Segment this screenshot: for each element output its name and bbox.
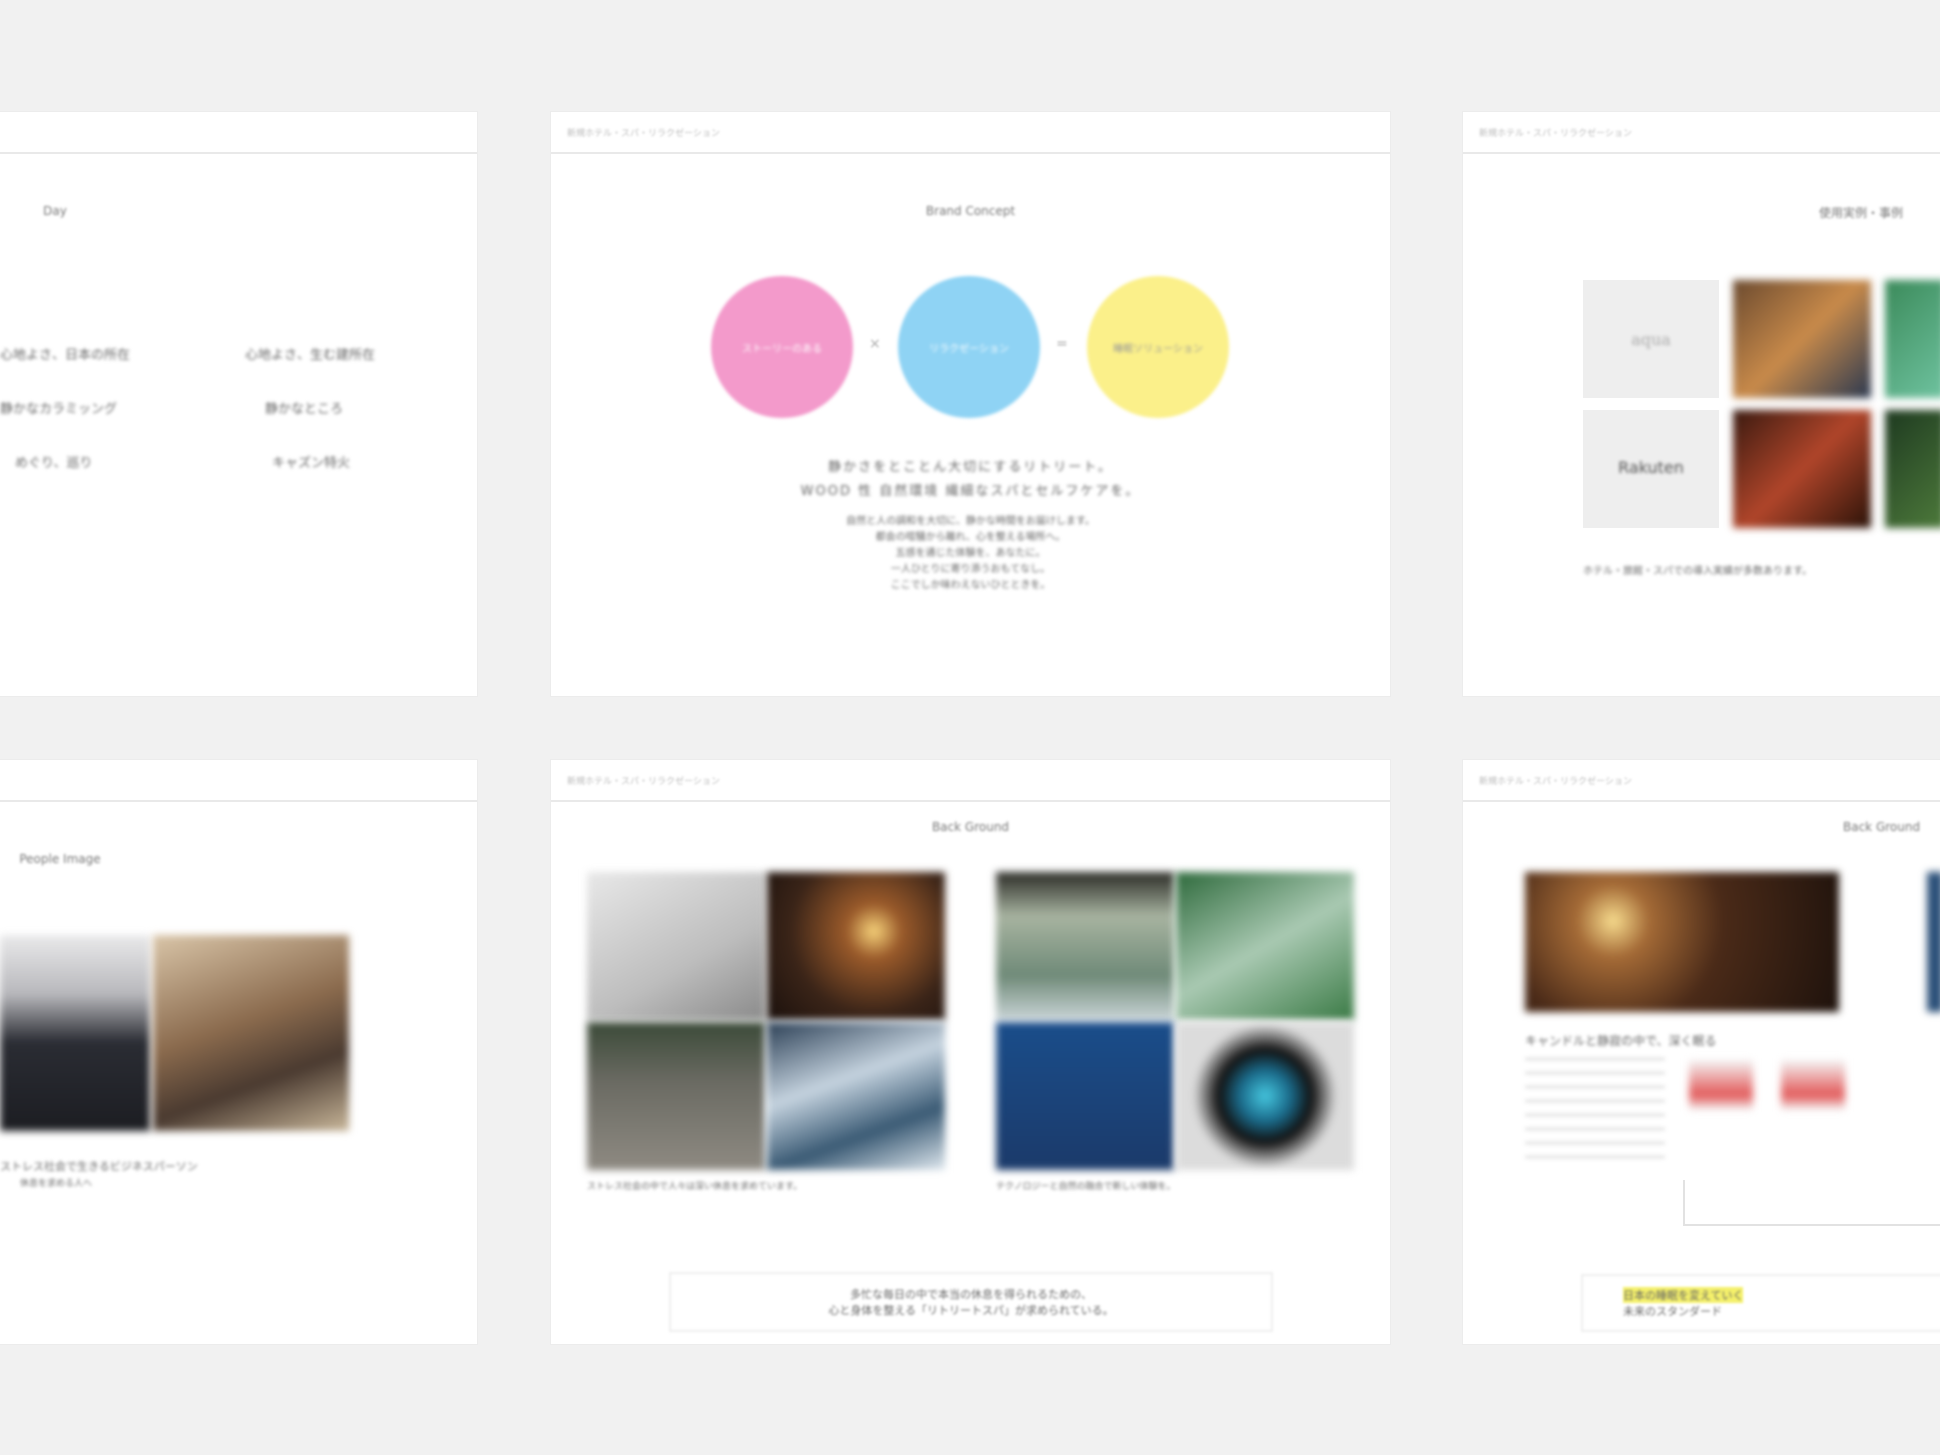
item-text: 静かなカラミッング	[0, 402, 118, 417]
logo-tile: aqua	[1583, 280, 1719, 398]
body-text: ストレス社会の中で人々は深い休息を求めています。	[587, 1182, 803, 1192]
photo-candle	[767, 872, 945, 1020]
logo-text: aqua	[1631, 330, 1671, 349]
slide-people-image: People Image ストレス社会で生きるビジネスパーソン 休息を求める人へ	[0, 760, 477, 1344]
slide-top-bar: 新規ホテル・スパ・リラクゼーション	[551, 760, 1390, 802]
photo-living-room	[153, 935, 349, 1131]
photo-stream	[767, 1022, 945, 1170]
paragraph-line: 一人ひとりに寄り添うおもてなし。	[890, 564, 1051, 575]
slide-bottom-right: 新規ホテル・スパ・リラクゼーション Back Ground キャンドルと静寂の中…	[1463, 760, 1940, 1344]
caption: ホテル・旅館・スパでの導入実績が多数あります。	[1583, 566, 1812, 577]
photo-smartwatch	[1176, 1022, 1354, 1170]
headline: 静かさをとことん大切にするリトリート。	[828, 460, 1113, 475]
photo-wooden-deck	[587, 1022, 765, 1170]
caption: ストレス社会で生きるビジネスパーソン	[0, 1160, 198, 1173]
chart-thumbnail	[1689, 1060, 1753, 1110]
summary-note: 多忙な毎日の中で本当の休息を得られるための、 心と身体を整える「リトリートスパ」…	[669, 1272, 1273, 1332]
equals-sign: =	[1056, 336, 1068, 352]
slide-top-bar: 新規ホテル・スパ・リラクゼーション	[551, 112, 1390, 154]
logo-text: Rakuten	[1618, 458, 1684, 477]
slide-brand-concept: 新規ホテル・スパ・リラクゼーション Brand Concept ストーリーのある…	[551, 112, 1390, 696]
slide-background: 新規ホテル・スパ・リラクゼーション Back Ground ストレス社会の中で人…	[551, 760, 1390, 1344]
breadcrumb: 新規ホテル・スパ・リラクゼーション	[567, 129, 720, 139]
slide-title: Back Ground	[1843, 820, 1921, 834]
photo-hotel-room	[1733, 280, 1871, 398]
slide-title: 使用実例・事例	[1819, 206, 1904, 220]
photo-businessman	[0, 935, 150, 1131]
slide-top-left: Day 心地よさ、日本の所在 心地よさ、生む建所在 静かなカラミッング 静かなと…	[0, 112, 477, 696]
item-text: 心地よさ、日本の所在	[0, 348, 131, 363]
breadcrumb: 新規ホテル・スパ・リラクゼーション	[567, 777, 720, 787]
slide-top-bar	[0, 760, 477, 802]
concept-circle-yellow: 睡眠ソリューション	[1087, 276, 1229, 418]
photo-garden	[1885, 410, 1940, 528]
paragraph-line: 五感を通じた体験を、あなたに。	[895, 548, 1046, 559]
item-text: 心地よさ、生む建所在	[245, 348, 376, 363]
text-column	[1525, 1058, 1665, 1168]
photo-chart	[587, 872, 765, 1020]
slide-title: People Image	[19, 852, 101, 866]
breadcrumb: 新規ホテル・スパ・リラクゼーション	[1479, 129, 1632, 139]
item-text: キャズン特火	[272, 456, 351, 471]
headline: WOOD 性 自然環境 繊細なスパとセルフケアを。	[800, 484, 1141, 499]
slide-top-bar: 新規ホテル・スパ・リラクゼーション	[1463, 760, 1940, 802]
photo-yoga	[996, 872, 1174, 1020]
summary-note: 日本の睡眠を変えていく 未来のスタンダード	[1581, 1274, 1940, 1332]
item-text: めぐり、巡り	[15, 456, 93, 471]
photo-app-screen	[996, 1022, 1174, 1170]
times-sign: ×	[869, 336, 881, 352]
concept-circle-blue: リラクゼーション	[898, 276, 1040, 418]
paragraph-line: 都会の喧騒から離れ、心を整える場所へ。	[875, 532, 1066, 543]
slide-title: Back Ground	[931, 820, 1010, 834]
body-text: テクノロジーと自然の融合で新しい体験を。	[996, 1182, 1176, 1192]
slide-top-bar	[0, 112, 477, 154]
item-text: 静かなところ	[265, 402, 344, 417]
photo-waterfall	[1176, 872, 1354, 1020]
paragraph-line: 自然と人の調和を大切に、静かな時間をお届けします。	[846, 516, 1095, 527]
photo-edge	[1927, 872, 1940, 1012]
connector-line	[1683, 1180, 1685, 1224]
slide-title: Day	[43, 204, 67, 218]
slide-title: Brand Concept	[925, 204, 1016, 218]
slide-top-right: 新規ホテル・スパ・リラクゼーション 使用実例・事例 aqua Rakuten ホ…	[1463, 112, 1940, 696]
photo-restaurant	[1733, 410, 1871, 528]
breadcrumb: 新規ホテル・スパ・リラクゼーション	[1479, 777, 1632, 787]
photo-forest	[1885, 280, 1940, 398]
slide-top-bar: 新規ホテル・スパ・リラクゼーション	[1463, 112, 1940, 154]
chart-thumbnail	[1781, 1060, 1845, 1110]
caption: 休息を求める人へ	[20, 1179, 93, 1189]
concept-circle-pink: ストーリーのある	[711, 276, 853, 418]
photo-candle-room	[1525, 872, 1839, 1012]
section-heading: キャンドルと静寂の中で、深く眠る	[1525, 1034, 1717, 1048]
paragraph-line: ここでしか味わえないひとときを。	[890, 580, 1051, 591]
logo-tile: Rakuten	[1583, 410, 1719, 528]
connector-line	[1683, 1224, 1940, 1226]
